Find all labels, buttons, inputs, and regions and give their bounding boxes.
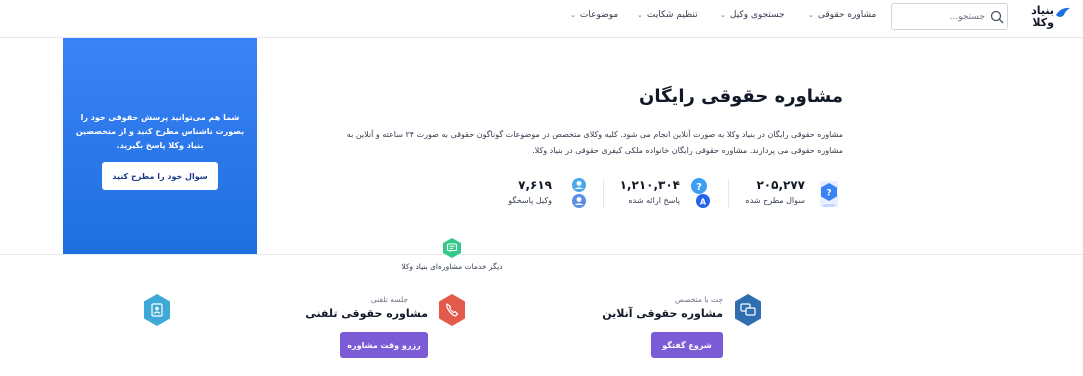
other-services-label: دیگر خدمات مشاوره‌ای بنیاد وکلا bbox=[380, 262, 524, 271]
ask-question-text: شما هم می‌توانید پرسش حقوقی خود را بصورت… bbox=[75, 113, 245, 150]
stat-label: پاسخ ارائه شده bbox=[628, 196, 680, 205]
stat-value: ۷,۶۱۹ bbox=[518, 178, 552, 192]
bird-logo-icon bbox=[1056, 7, 1070, 17]
nav-item-file-complaint[interactable]: تنظیم شکایت⌄ bbox=[637, 10, 698, 20]
stat-questions: ? ۲۰۵,۲۷۷ سوال مطرح شده bbox=[742, 177, 842, 211]
search-icon[interactable] bbox=[990, 10, 1004, 24]
chevron-down-icon: ⌄ bbox=[720, 11, 726, 19]
question-doc-icon: ? bbox=[820, 181, 838, 207]
stat-divider bbox=[728, 180, 729, 208]
svg-text:?: ? bbox=[696, 182, 702, 193]
lawyer-hexagon-icon bbox=[144, 294, 170, 326]
nav-label: موضوعات bbox=[579, 10, 619, 20]
lawyers-icon bbox=[572, 178, 586, 208]
service-title: مشاوره حقوقی آنلاین bbox=[602, 307, 723, 320]
logo-line2: وکلا bbox=[1032, 16, 1054, 29]
stat-value: ۱,۲۱۰,۳۰۴ bbox=[619, 178, 680, 192]
page-description: مشاوره حقوقی رایگان در بنیاد وکلا به صور… bbox=[346, 130, 843, 155]
start-chat-button[interactable]: شروع گفتگو bbox=[651, 332, 723, 358]
service-subtitle: چت با متخصص bbox=[675, 295, 723, 304]
ask-question-card: شما هم می‌توانید پرسش حقوقی خود را بصورت… bbox=[63, 38, 257, 254]
stat-lawyers: ۷,۶۱۹ وکیل پاسخگو bbox=[500, 177, 590, 211]
ask-question-button[interactable]: سوال خود را مطرح کنید bbox=[102, 162, 218, 190]
chevron-down-icon: ⌄ bbox=[570, 11, 576, 19]
chevron-down-icon: ⌄ bbox=[808, 11, 814, 19]
page-title: مشاوره حقوقی رایگان bbox=[638, 86, 843, 107]
phone-hexagon-icon bbox=[439, 294, 465, 326]
logo-text: بنیاد وکلا bbox=[1014, 5, 1054, 29]
svg-text:?: ? bbox=[826, 189, 831, 199]
stat-divider bbox=[603, 180, 604, 208]
nav-label: جستجوی وکیل bbox=[729, 10, 785, 20]
service-subtitle: جلسه تلفنی bbox=[370, 295, 408, 304]
nav-label: مشاوره حقوقی bbox=[817, 10, 877, 20]
top-navbar: بنیاد وکلا مشاوره حقوقی⌄ جستجوی وکیل⌄ تن… bbox=[0, 0, 1083, 38]
stat-value: ۲۰۵,۲۷۷ bbox=[756, 178, 805, 192]
nav-item-topics[interactable]: موضوعات⌄ bbox=[570, 10, 618, 20]
answer-bubble-icon: ? A bbox=[691, 178, 710, 208]
service-title: مشاوره حقوقی تلفنی bbox=[305, 307, 428, 320]
chevron-down-icon: ⌄ bbox=[637, 11, 643, 19]
search-box bbox=[891, 3, 1008, 30]
search-input[interactable] bbox=[897, 8, 985, 26]
book-consultation-button[interactable]: رزرو وقت مشاوره bbox=[340, 332, 428, 358]
online-chat-hexagon-icon bbox=[735, 294, 761, 326]
stat-label: سوال مطرح شده bbox=[745, 196, 805, 205]
stat-answers: ? A ۱,۲۱۰,۳۰۴ پاسخ ارائه شده bbox=[617, 177, 717, 211]
site-logo[interactable]: بنیاد وکلا bbox=[1013, 4, 1071, 34]
stat-label: وکیل پاسخگو bbox=[508, 196, 552, 205]
nav-label: تنظیم شکایت bbox=[646, 10, 698, 20]
svg-text:A: A bbox=[700, 198, 707, 207]
nav-item-legal-advice[interactable]: مشاوره حقوقی⌄ bbox=[808, 10, 876, 20]
nav-item-find-lawyer[interactable]: جستجوی وکیل⌄ bbox=[720, 10, 785, 20]
section-divider bbox=[0, 254, 1083, 255]
chat-hexagon-icon bbox=[443, 238, 461, 258]
